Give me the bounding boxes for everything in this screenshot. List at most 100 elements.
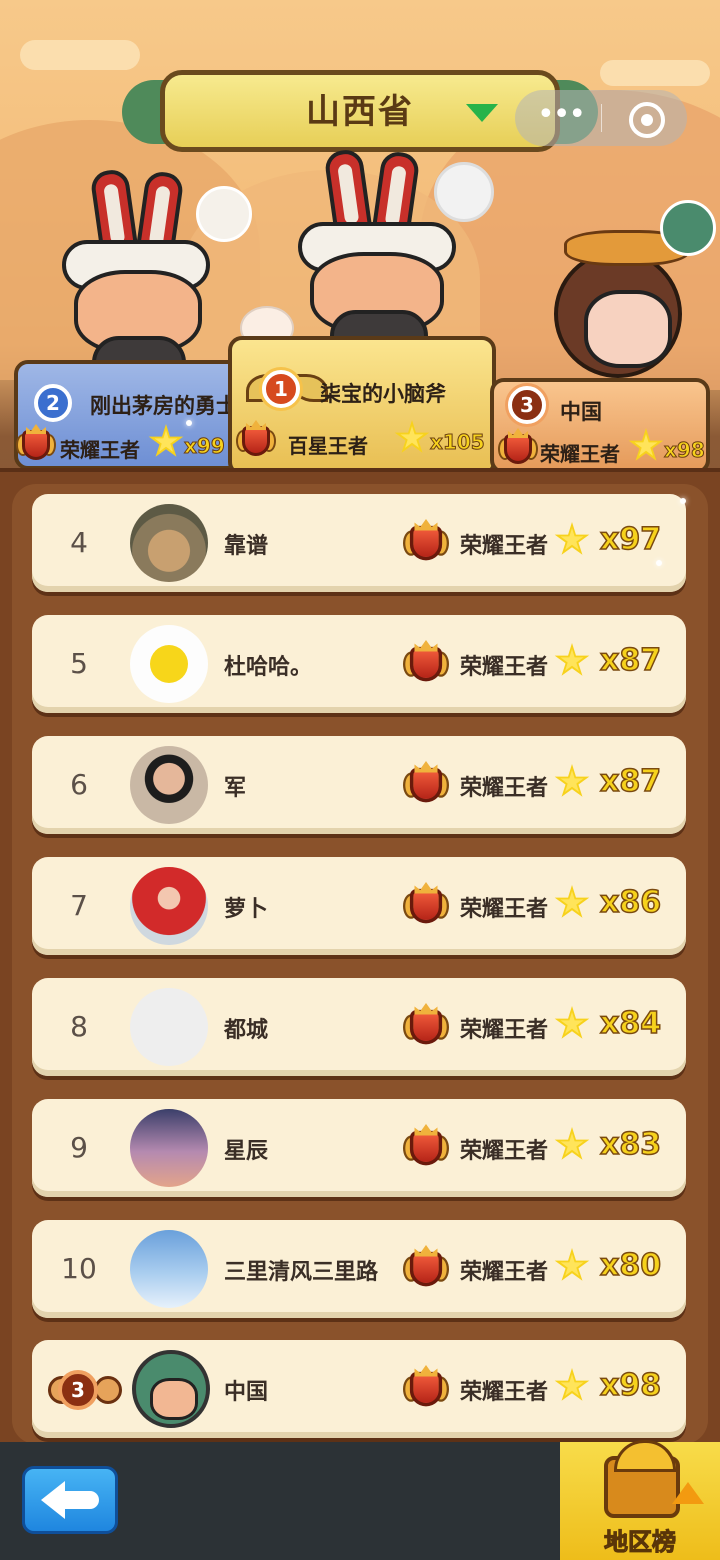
- leaderboard-row[interactable]: 9 星辰 荣耀王者 x83: [32, 1099, 686, 1197]
- leaderboard-row[interactable]: 8 都城 荣耀王者 x84: [32, 978, 686, 1076]
- mini-program-capsule: •••: [515, 90, 687, 146]
- back-arrow-tail: [63, 1491, 99, 1509]
- treasure-chest-icon: [604, 1440, 680, 1518]
- row-rank-title: 荣耀王者: [460, 1018, 549, 1043]
- podium-2-rank-title: 荣耀王者: [60, 438, 140, 462]
- face: [584, 290, 672, 368]
- star-icon: [554, 1248, 590, 1281]
- my-rank-title: 荣耀王者: [460, 1380, 549, 1405]
- row-rank: 9: [70, 1131, 88, 1164]
- row-star-count: x84: [599, 1005, 662, 1042]
- province-title[interactable]: 山西省: [160, 84, 560, 133]
- my-rank-medal-icon: 3: [58, 1370, 98, 1410]
- region-leaderboard-label: 地区榜: [604, 1528, 677, 1557]
- sketch-avatar[interactable]: [434, 162, 494, 222]
- sparkle: [656, 560, 662, 566]
- podium-2-name: 刚出茅房的勇士: [90, 394, 237, 418]
- row-star-count: x97: [599, 521, 662, 558]
- dragon-avatar[interactable]: [660, 200, 716, 256]
- avatar[interactable]: [130, 746, 208, 824]
- row-rank: 7: [70, 889, 88, 922]
- star-icon: [554, 1368, 590, 1401]
- star-icon: [554, 885, 590, 918]
- dropdown-arrow-icon[interactable]: [466, 104, 498, 122]
- leaderboard-row[interactable]: 7 萝卜 荣耀王者 x86: [32, 857, 686, 955]
- star-icon: [554, 1006, 590, 1039]
- king-emblem-icon: [403, 761, 449, 807]
- king-emblem-icon: [403, 1365, 449, 1411]
- row-rank-title: 荣耀王者: [460, 655, 549, 680]
- podium-2-stars: x99: [184, 434, 226, 459]
- my-name: 中国: [224, 1380, 269, 1405]
- avatar[interactable]: [130, 625, 208, 703]
- back-button[interactable]: [22, 1466, 118, 1534]
- king-emblem-icon: [403, 640, 449, 686]
- podium-1-name: 柒宝的小脑斧: [320, 382, 446, 406]
- king-emblem-icon: [498, 428, 538, 468]
- avatar[interactable]: [132, 1350, 210, 1428]
- close-target-icon[interactable]: [629, 102, 665, 138]
- row-rank-title: 荣耀王者: [460, 897, 549, 922]
- star-icon: [554, 1127, 590, 1160]
- podium-3-rank-title: 荣耀王者: [540, 442, 620, 466]
- cat-avatar[interactable]: [196, 186, 252, 242]
- avatar[interactable]: [130, 1109, 208, 1187]
- row-rank: 5: [70, 647, 88, 680]
- podium-1-stars: x105: [430, 430, 486, 455]
- rank-1-medal-icon: 1: [262, 370, 300, 408]
- row-star-count: x80: [599, 1247, 662, 1284]
- sparkle: [186, 420, 192, 426]
- row-name: 靠谱: [224, 534, 269, 559]
- podium-3-stars: x98: [664, 438, 706, 463]
- king-emblem-icon: [403, 882, 449, 928]
- capsule-divider: [601, 104, 602, 132]
- cloud: [20, 40, 140, 70]
- king-emblem-icon: [403, 519, 449, 565]
- avatar[interactable]: [130, 988, 208, 1066]
- row-rank: 6: [70, 768, 88, 801]
- row-name: 军: [224, 776, 247, 801]
- cloud: [600, 60, 710, 86]
- my-rank-row[interactable]: 3 中国 荣耀王者 x98: [32, 1340, 686, 1438]
- up-arrow-icon: [672, 1482, 704, 1504]
- row-name: 萝卜: [224, 897, 269, 922]
- row-rank-title: 荣耀王者: [460, 1260, 549, 1285]
- rank-3-medal-icon: 3: [508, 386, 546, 424]
- row-name: 都城: [224, 1018, 269, 1043]
- row-rank-title: 荣耀王者: [460, 1139, 549, 1164]
- avatar[interactable]: [130, 867, 208, 945]
- star-icon: [554, 522, 590, 555]
- king-emblem-icon: [403, 1245, 449, 1291]
- leaderboard-row[interactable]: 6 军 荣耀王者 x87: [32, 736, 686, 834]
- avatar[interactable]: [130, 1230, 208, 1308]
- row-star-count: x83: [599, 1126, 662, 1163]
- smiley-icon: [150, 645, 188, 683]
- king-emblem-icon: [403, 1003, 449, 1049]
- podium-1-rank-title: 百星王者: [288, 434, 368, 458]
- podium-3-name: 中国: [560, 400, 602, 424]
- rank-2-medal-icon: 2: [34, 384, 72, 422]
- avatar[interactable]: [130, 504, 208, 582]
- medal-wing-icon: [94, 1376, 122, 1404]
- row-rank: 4: [70, 526, 88, 559]
- king-emblem-icon: [403, 1124, 449, 1170]
- row-star-count: x87: [599, 763, 662, 800]
- star-icon: [554, 643, 590, 676]
- back-arrow-icon: [41, 1481, 65, 1519]
- star-icon: [554, 764, 590, 797]
- bottom-bar: 地区榜: [0, 1440, 720, 1560]
- region-leaderboard-tab[interactable]: 地区榜: [560, 1440, 720, 1560]
- row-star-count: x86: [599, 884, 662, 921]
- row-name: 星辰: [224, 1139, 269, 1164]
- row-name: 杜哈哈。: [224, 655, 313, 680]
- row-rank-title: 荣耀王者: [460, 534, 549, 559]
- leaderboard-row[interactable]: 10 三里清风三里路 荣耀王者 x80: [32, 1220, 686, 1318]
- row-star-count: x87: [599, 642, 662, 679]
- king-emblem-icon: [16, 424, 56, 464]
- leaderboard-row[interactable]: 5 杜哈哈。 荣耀王者 x87: [32, 615, 686, 713]
- more-icon[interactable]: •••: [537, 100, 586, 130]
- row-name: 三里清风三里路: [224, 1260, 379, 1285]
- leaderboard-row[interactable]: 4 靠谱 荣耀王者 x97: [32, 494, 686, 592]
- king-emblem-icon: [236, 420, 276, 460]
- my-star-count: x98: [599, 1367, 662, 1404]
